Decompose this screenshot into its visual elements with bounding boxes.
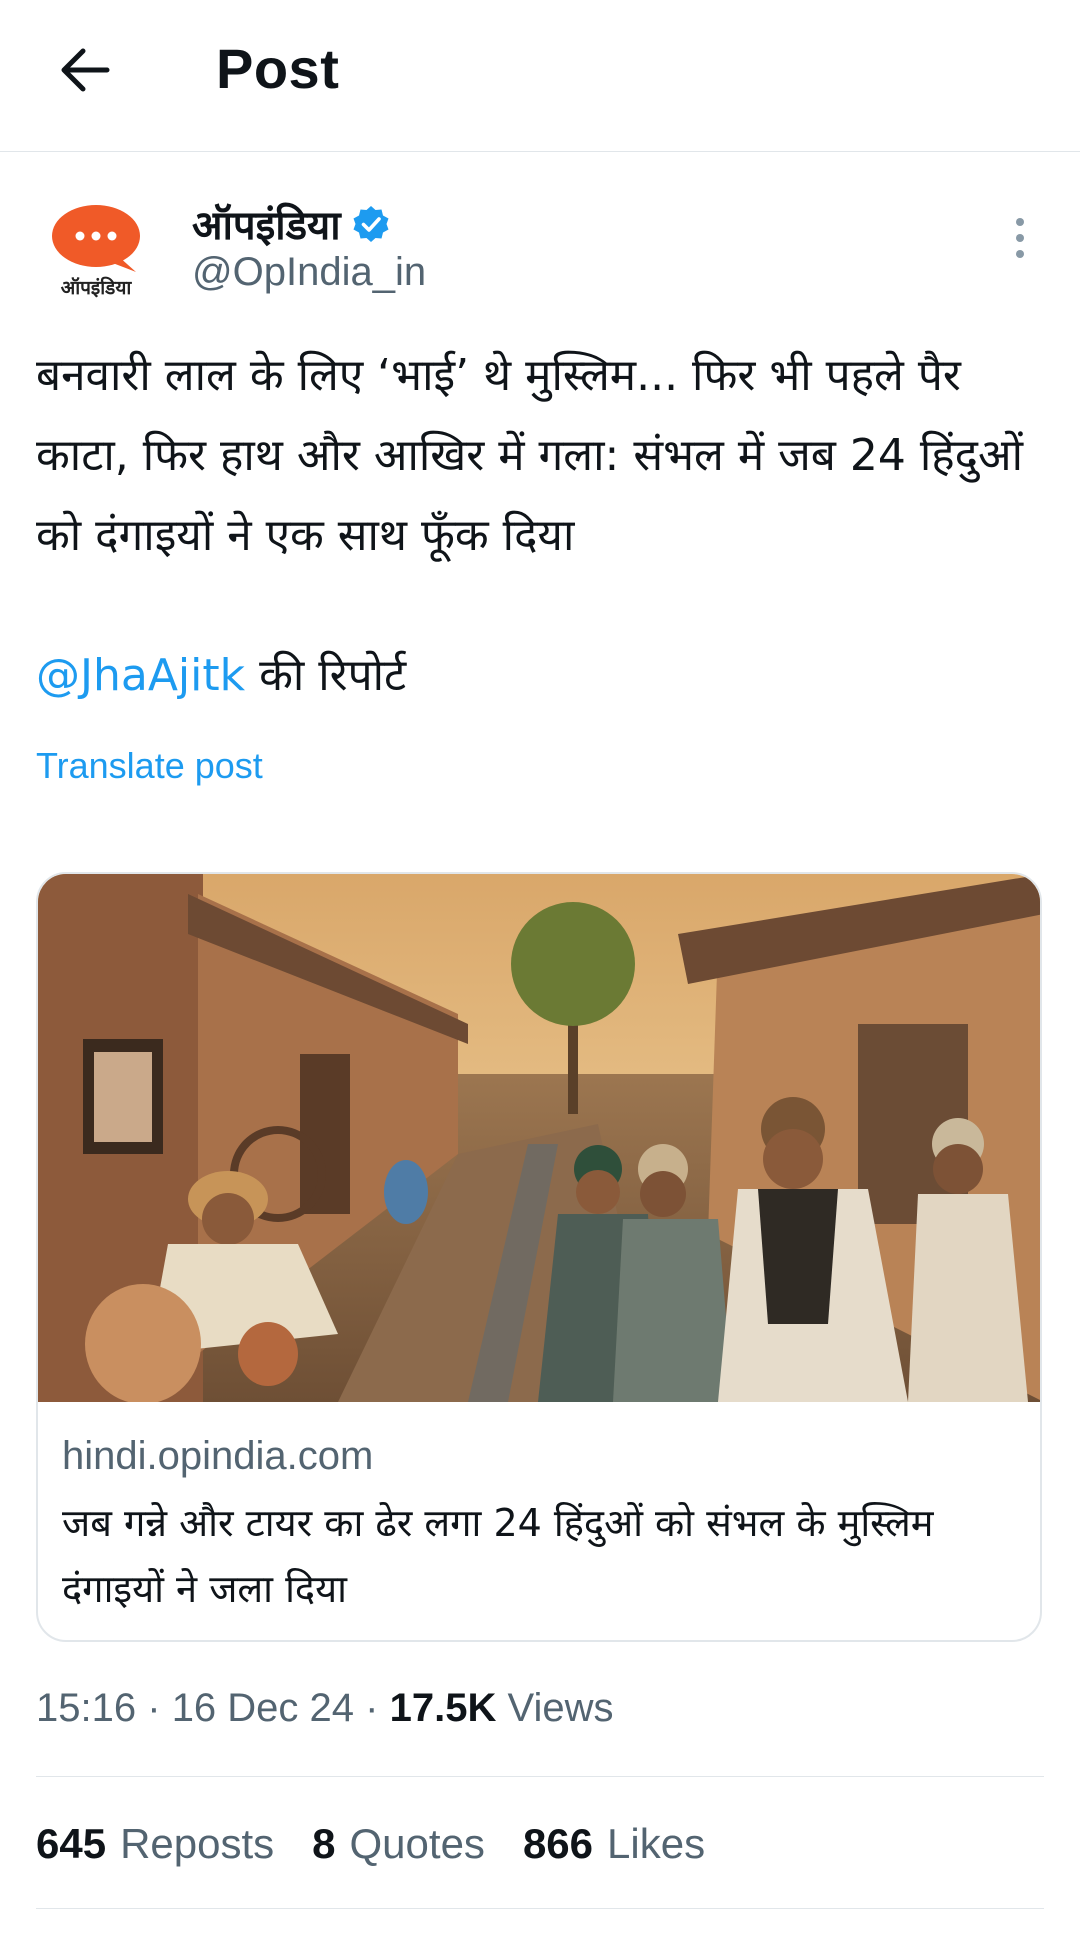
top-bar: Post [0,0,1080,152]
views-count: 17.5K [389,1686,497,1730]
arrow-left-icon [61,48,110,92]
post-text: बनवारी लाल के लिए ‘भाई’ थे मुस्लिम... फि… [36,350,1023,561]
reposts-label: Reposts [120,1820,275,1867]
translate-post-link[interactable]: Translate post [36,745,263,787]
reposts-stat[interactable]: 645 Reposts [36,1820,274,1868]
link-card[interactable]: hindi.opindia.com जब गन्ने और टायर का ढे… [36,872,1042,1642]
post-date: 16 Dec 24 [171,1686,355,1730]
divider [36,1908,1044,1909]
card-title: जब गन्ने और टायर का ढेर लगा 24 हिंदुओं क… [62,1501,934,1611]
likes-count: 866 [522,1820,594,1867]
avatar[interactable]: ऑपइंडिया [40,196,152,308]
divider [36,1776,1044,1777]
back-button[interactable] [52,34,118,106]
more-vertical-icon [1016,218,1024,226]
more-options-button[interactable] [1000,210,1040,266]
opindia-logo [52,205,140,272]
post-mention-line: @JhaAjitk की रिपोर्ट [36,636,406,716]
author-handle[interactable]: @OpIndia_in [192,250,426,295]
article-image [38,874,1040,1402]
author-name[interactable]: ऑपइंडिया [192,196,391,251]
avatar-wordmark: ऑपइंडिया [60,277,132,299]
mention-link[interactable]: @JhaAjitk [36,650,245,701]
quotes-stat[interactable]: 8 Quotes [312,1820,485,1868]
likes-stat[interactable]: 866 Likes [523,1820,705,1868]
views-label: Views [507,1686,614,1730]
meta-separator: · [147,1686,161,1730]
post-meta: 15:16 · 16 Dec 24 · 17.5K Views [36,1686,613,1731]
quotes-label: Quotes [349,1820,485,1867]
card-domain: hindi.opindia.com [62,1434,374,1478]
meta-separator: · [365,1686,379,1730]
author-name-text: ऑपइंडिया [192,203,341,249]
mention-suffix: की रिपोर्ट [245,650,407,701]
post-time: 15:16 [36,1686,137,1730]
engagement-stats: 645 Reposts 8 Quotes 866 Likes [36,1820,705,1868]
likes-label: Likes [607,1820,706,1867]
page-title: Post [216,37,340,100]
quotes-count: 8 [312,1820,336,1867]
verified-badge-icon [353,205,389,242]
reposts-count: 645 [36,1820,107,1867]
